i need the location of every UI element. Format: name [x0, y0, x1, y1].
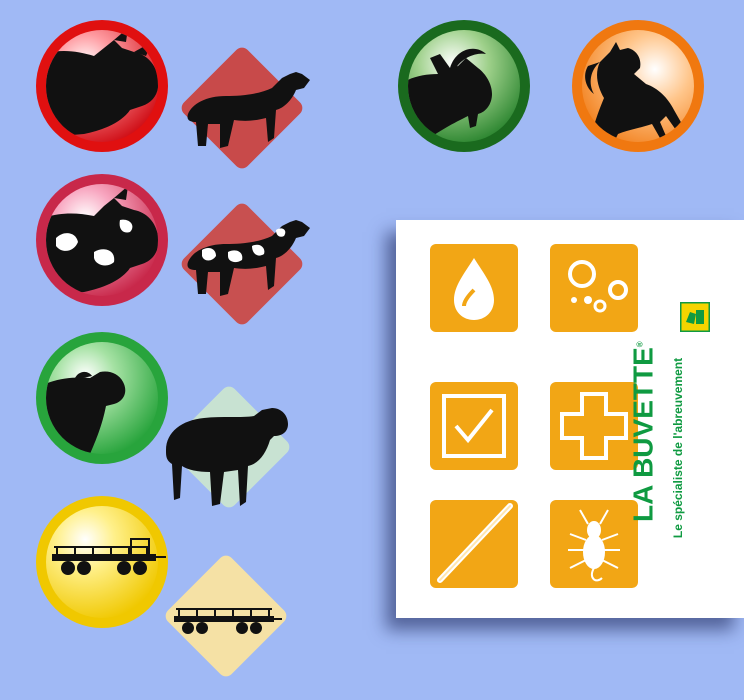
- spotted-cow-diamond-icon: [172, 194, 312, 334]
- product-card: LA BUVETTE® Le spécialiste de l'abreuvem…: [396, 220, 744, 618]
- goat-circle-icon: [396, 18, 532, 154]
- spotted-cow-circle-icon: [34, 172, 170, 308]
- sheep-circle-icon: [34, 330, 170, 466]
- brand-tagline: Le spécialiste de l'abreuvement: [671, 357, 685, 539]
- hay-trailer-circle-icon: [34, 494, 170, 630]
- cow-diamond-icon: [172, 38, 312, 178]
- hay-trailer-diamond-icon: [156, 546, 296, 686]
- brand-logo: [680, 302, 710, 332]
- horse-circle-icon: [570, 18, 706, 154]
- rod-icon: [437, 503, 513, 583]
- checkbox-icon: [442, 394, 506, 458]
- rod-tile: [430, 500, 518, 588]
- water-drop-tile: [430, 244, 518, 332]
- cow-circle-icon: [34, 18, 170, 154]
- bubbles-icon: [568, 260, 628, 313]
- sheep-diamond-icon: [154, 380, 304, 520]
- brand-name: LA BUVETTE®: [627, 341, 659, 522]
- checkbox-tile: [430, 382, 518, 470]
- bubbles-tile: [550, 244, 638, 332]
- water-drop-icon: [454, 258, 494, 320]
